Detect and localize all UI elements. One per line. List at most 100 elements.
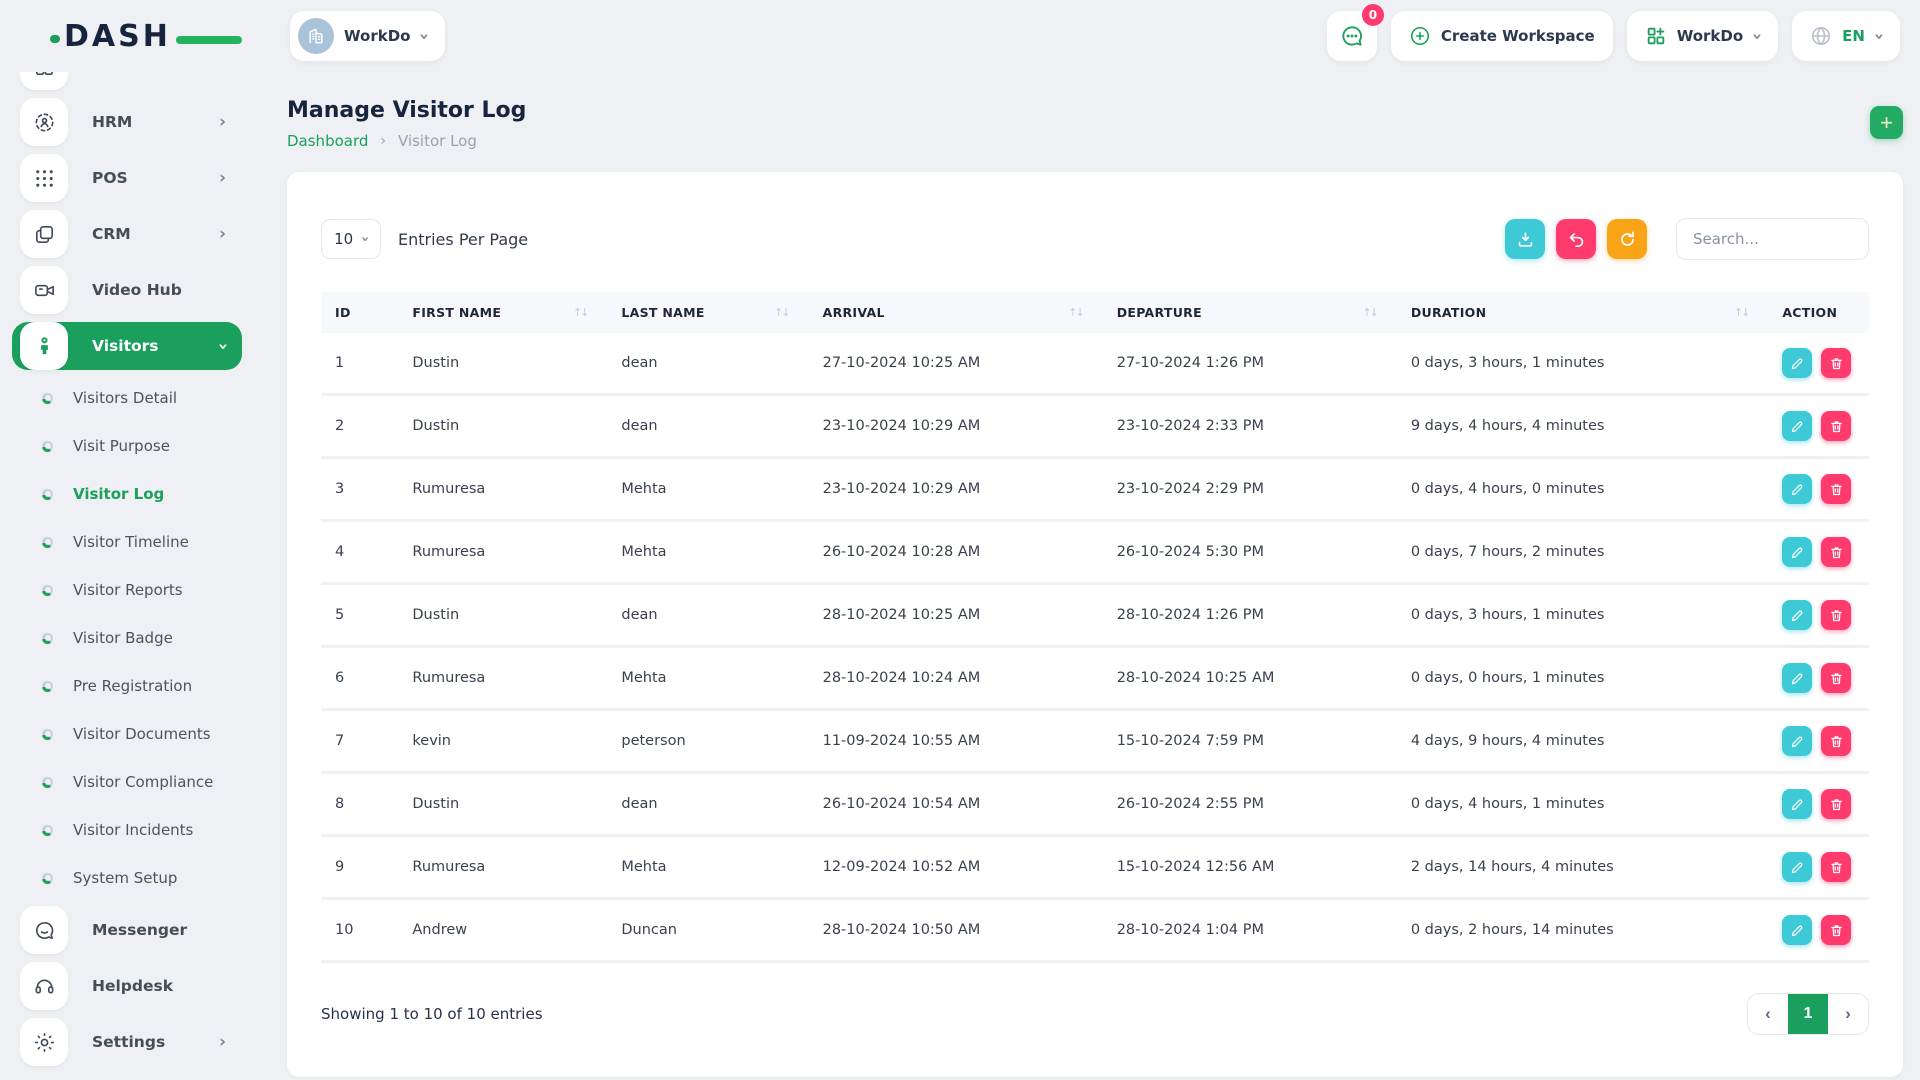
workspace-selector[interactable]: WorkDo › xyxy=(290,11,445,61)
cell-arrival: 28-10-2024 10:25 AM xyxy=(809,584,1103,647)
sidebar-item[interactable]: Settings › xyxy=(20,1018,242,1066)
breadcrumb-dashboard-link[interactable]: Dashboard xyxy=(287,132,368,150)
pagination-prev-button[interactable]: ‹ xyxy=(1748,994,1788,1034)
edit-button[interactable] xyxy=(1782,789,1812,819)
cell-arrival: 28-10-2024 10:24 AM xyxy=(809,647,1103,710)
table-column-header[interactable]: ACTION ↑↓ xyxy=(1768,292,1869,333)
edit-button[interactable] xyxy=(1782,474,1812,504)
sidebar-item[interactable]: CRM › xyxy=(20,210,242,258)
sidebar-subitem-label: Visit Purpose xyxy=(73,437,170,455)
table-column-header[interactable]: DEPARTURE ↑↓ xyxy=(1103,292,1397,333)
sidebar-subitem[interactable]: Pre Registration xyxy=(42,666,242,706)
add-visitor-log-button[interactable]: + xyxy=(1870,106,1903,139)
table-row: 8 Dustin dean 26-10-2024 10:54 AM 26-10-… xyxy=(321,773,1869,836)
sidebar-subitem[interactable]: Visitor Documents xyxy=(42,714,242,754)
table-column-header[interactable]: ID ↑↓ xyxy=(321,292,398,333)
cell-first-name: Rumuresa xyxy=(398,458,607,521)
edit-button[interactable] xyxy=(1782,726,1812,756)
chevron-down-icon: › xyxy=(415,32,432,39)
sidebar-subitem[interactable]: Visitor Badge xyxy=(42,618,242,658)
sort-icon[interactable]: ↑↓ xyxy=(1362,306,1382,319)
cell-last-name: dean xyxy=(607,333,808,395)
cell-departure: 28-10-2024 1:04 PM xyxy=(1103,899,1397,962)
table-column-header[interactable]: FIRST NAME ↑↓ xyxy=(398,292,607,333)
brand-logo[interactable]: DASH xyxy=(64,19,214,54)
table-column-header[interactable]: ARRIVAL ↑↓ xyxy=(809,292,1103,333)
entries-per-page-select[interactable]: 10 › xyxy=(321,219,381,259)
cell-first-name: Dustin xyxy=(398,584,607,647)
sidebar-subitem[interactable]: Visitor Compliance xyxy=(42,762,242,802)
table-column-header[interactable]: LAST NAME ↑↓ xyxy=(607,292,808,333)
bullet-icon xyxy=(42,537,53,548)
sort-icon[interactable]: ↑↓ xyxy=(1068,306,1088,319)
chat-icon xyxy=(1339,23,1365,49)
delete-button[interactable] xyxy=(1821,726,1851,756)
edit-button[interactable] xyxy=(1782,663,1812,693)
sidebar-item[interactable] xyxy=(20,72,242,90)
pagination-next-button[interactable]: › xyxy=(1828,994,1868,1034)
sidebar-item[interactable]: HRM › xyxy=(20,98,242,146)
cell-first-name: Rumuresa xyxy=(398,647,607,710)
edit-button[interactable] xyxy=(1782,537,1812,567)
workspace-switcher[interactable]: WorkDo › xyxy=(1627,11,1778,61)
cell-duration: 4 days, 9 hours, 4 minutes xyxy=(1397,710,1769,773)
cell-id: 5 xyxy=(321,584,398,647)
table-row: 7 kevin peterson 11-09-2024 10:55 AM 15-… xyxy=(321,710,1869,773)
table-row: 10 Andrew Duncan 28-10-2024 10:50 AM 28-… xyxy=(321,899,1869,962)
sidebar-subitem[interactable]: Visitor Reports xyxy=(42,570,242,610)
delete-button[interactable] xyxy=(1821,474,1851,504)
sort-icon[interactable]: ↑↓ xyxy=(1734,306,1754,319)
sidebar-subitem[interactable]: Visitor Incidents xyxy=(42,810,242,850)
sidebar-subitem[interactable]: Visitor Timeline xyxy=(42,522,242,562)
refresh-button[interactable] xyxy=(1607,219,1647,259)
delete-button[interactable] xyxy=(1821,537,1851,567)
edit-button[interactable] xyxy=(1782,915,1812,945)
sort-icon[interactable]: ↑↓ xyxy=(774,306,794,319)
sidebar-subitem[interactable]: Visitor Log xyxy=(42,474,242,514)
language-selector[interactable]: EN › xyxy=(1792,11,1900,61)
cell-duration: 0 days, 4 hours, 0 minutes xyxy=(1397,458,1769,521)
sidebar-subitem[interactable]: Visitors Detail xyxy=(42,378,242,418)
sidebar-item[interactable]: POS › xyxy=(20,154,242,202)
sidebar-item[interactable]: Visitors › xyxy=(12,322,242,370)
messages-button[interactable]: 0 xyxy=(1327,11,1377,61)
sidebar-subitem-label: System Setup xyxy=(73,869,177,887)
pencil-icon xyxy=(1790,734,1805,749)
pagination: ‹ 1 › xyxy=(1747,993,1869,1035)
chevron-icon: › xyxy=(219,114,226,131)
column-label: ACTION xyxy=(1782,305,1837,320)
create-workspace-button[interactable]: Create Workspace xyxy=(1391,11,1613,61)
bullet-icon xyxy=(42,585,53,596)
search-input[interactable] xyxy=(1676,218,1869,260)
pagination-page-1[interactable]: 1 xyxy=(1788,994,1828,1034)
sidebar-item[interactable]: Messenger xyxy=(20,906,242,954)
sidebar-subitem[interactable]: System Setup xyxy=(42,858,242,898)
delete-button[interactable] xyxy=(1821,348,1851,378)
sidebar-subitem[interactable]: Visit Purpose xyxy=(42,426,242,466)
export-button[interactable] xyxy=(1505,219,1545,259)
edit-button[interactable] xyxy=(1782,852,1812,882)
sidebar-item[interactable]: Video Hub xyxy=(20,266,242,314)
delete-button[interactable] xyxy=(1821,915,1851,945)
edit-button[interactable] xyxy=(1782,411,1812,441)
table-column-header[interactable]: DURATION ↑↓ xyxy=(1397,292,1769,333)
messenger-icon xyxy=(33,919,56,942)
delete-button[interactable] xyxy=(1821,600,1851,630)
delete-button[interactable] xyxy=(1821,852,1851,882)
table-header-row: ID ↑↓ FIRST NAME ↑↓ LAST NAME ↑↓ xyxy=(321,292,1869,333)
cell-first-name: Andrew xyxy=(398,899,607,962)
sidebar-subitem-label: Visitor Badge xyxy=(73,629,173,647)
reset-button[interactable] xyxy=(1556,219,1596,259)
cell-last-name: dean xyxy=(607,773,808,836)
sidebar-item[interactable]: Helpdesk xyxy=(20,962,242,1010)
edit-button[interactable] xyxy=(1782,600,1812,630)
chevron-down-icon: › xyxy=(1748,32,1765,39)
table-row: 2 Dustin dean 23-10-2024 10:29 AM 23-10-… xyxy=(321,395,1869,458)
delete-button[interactable] xyxy=(1821,663,1851,693)
delete-button[interactable] xyxy=(1821,789,1851,819)
edit-button[interactable] xyxy=(1782,348,1812,378)
delete-button[interactable] xyxy=(1821,411,1851,441)
sort-icon[interactable]: ↑↓ xyxy=(573,306,593,319)
plus-circle-icon xyxy=(1409,25,1431,47)
visitor-log-card: 10 › Entries Per Page ID ↑↓ xyxy=(287,172,1903,1077)
